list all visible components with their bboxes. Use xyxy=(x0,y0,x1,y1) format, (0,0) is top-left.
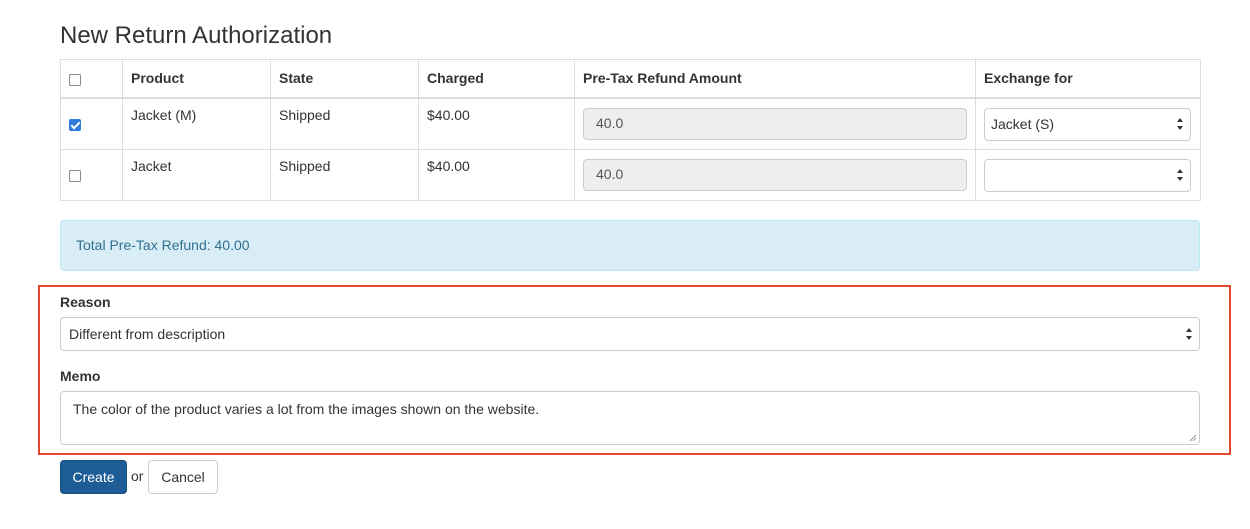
charged-cell: $40.00 xyxy=(418,97,575,150)
exchange-select-value: Jacket (S) xyxy=(991,115,1055,132)
refund-cell: 40.0 xyxy=(574,97,976,150)
table-row: Jacket Shipped $40.00 40.0 xyxy=(60,148,1201,201)
resize-grip-icon[interactable] xyxy=(1189,434,1197,442)
cancel-button[interactable]: Cancel xyxy=(148,460,218,494)
product-cell: Jacket xyxy=(122,148,271,201)
exchange-select[interactable]: Jacket (S) xyxy=(984,107,1191,141)
refund-amount-input[interactable]: 40.0 xyxy=(583,158,967,191)
up-down-arrows-icon xyxy=(1186,328,1192,340)
table-row: Jacket (M) Shipped $40.00 40.0 Jacket (S… xyxy=(60,97,1201,150)
exchange-cell xyxy=(975,148,1201,201)
memo-textarea[interactable]: The color of the product varies a lot fr… xyxy=(60,391,1200,445)
row-select-cell xyxy=(60,148,123,201)
or-text: or xyxy=(131,468,144,484)
table-header-row: Product State Charged Pre-Tax Refund Amo… xyxy=(60,59,1201,99)
state-cell: Shipped xyxy=(270,97,419,150)
column-header-product: Product xyxy=(122,59,271,99)
refund-cell: 40.0 xyxy=(574,148,976,201)
reason-select[interactable]: Different from description xyxy=(60,317,1200,351)
exchange-select[interactable] xyxy=(984,158,1191,192)
charged-cell: $40.00 xyxy=(418,148,575,201)
row-select-cell xyxy=(60,97,123,150)
select-all-checkbox[interactable] xyxy=(69,73,81,86)
reason-select-value: Different from description xyxy=(69,326,226,342)
row-checkbox[interactable] xyxy=(69,169,81,182)
column-header-state: State xyxy=(270,59,419,99)
return-items-table: Product State Charged Pre-Tax Refund Amo… xyxy=(60,59,1201,201)
state-cell: Shipped xyxy=(270,148,419,201)
select-all-cell xyxy=(60,59,123,99)
refund-amount-input[interactable]: 40.0 xyxy=(583,107,967,140)
column-header-refund: Pre-Tax Refund Amount xyxy=(574,59,976,99)
product-cell: Jacket (M) xyxy=(122,97,271,150)
total-refund-alert: Total Pre-Tax Refund: 40.00 xyxy=(60,220,1200,271)
memo-label: Memo xyxy=(60,368,101,384)
up-down-arrows-icon xyxy=(1177,118,1183,130)
reason-label: Reason xyxy=(60,294,111,310)
column-header-charged: Charged xyxy=(418,59,575,99)
up-down-arrows-icon xyxy=(1177,169,1183,181)
row-checkbox-checked[interactable] xyxy=(69,118,81,131)
create-button[interactable]: Create xyxy=(60,460,127,494)
column-header-exchange: Exchange for xyxy=(975,59,1201,99)
memo-text: The color of the product varies a lot fr… xyxy=(73,401,540,417)
exchange-cell: Jacket (S) xyxy=(975,97,1201,150)
page-title: New Return Authorization xyxy=(60,22,333,49)
